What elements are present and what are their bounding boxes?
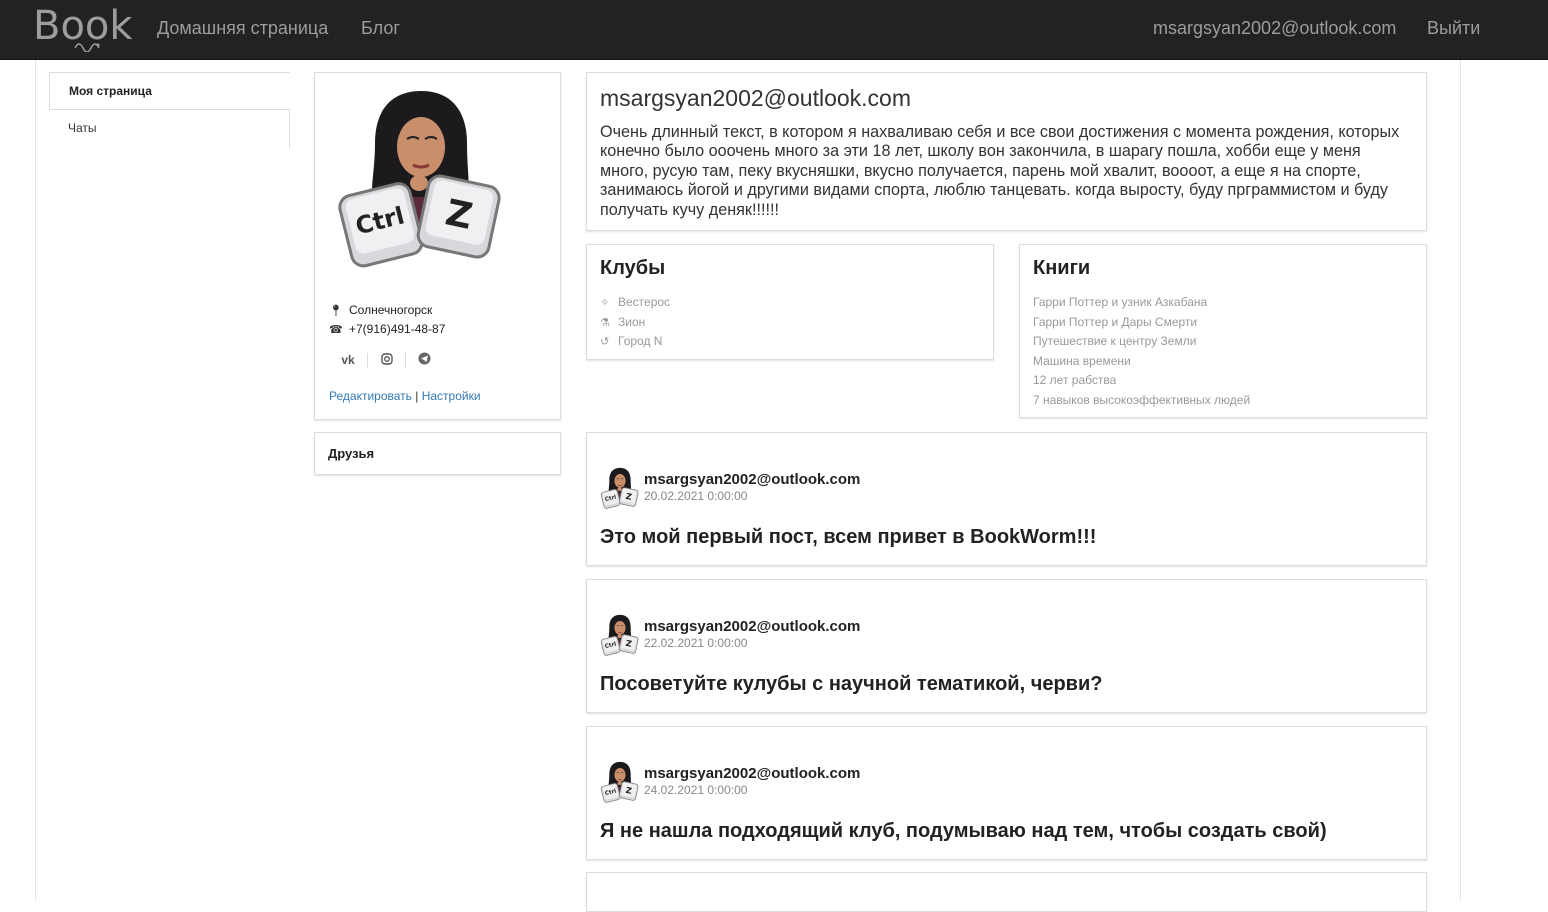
magic-wand-icon: ✧ xyxy=(600,297,610,309)
book-item[interactable]: Путешествие к центру Земли xyxy=(1033,332,1250,352)
nav-user-email-link[interactable]: msargsyan2002@outlook.com xyxy=(1153,18,1396,39)
post-text: Посоветуйте кулубы с научной тематикой, … xyxy=(600,673,1103,695)
post-author[interactable]: msargsyan2002@outlook.com xyxy=(644,471,860,488)
city-text: Солнечногорск xyxy=(349,303,433,317)
bookworm-logo-icon xyxy=(74,43,100,52)
phone-text: +7(916)491-48-87 xyxy=(349,322,446,336)
vk-icon[interactable]: vk xyxy=(329,353,367,367)
post-card: msargsyan2002@outlook.com 20.02.2021 0:0… xyxy=(586,432,1427,566)
phone-row: ☎ +7(916)491-48-87 xyxy=(329,322,445,336)
club-item[interactable]: ⚗ Зион xyxy=(600,313,670,333)
books-list: Гарри Поттер и узник Азкабана Гарри Потт… xyxy=(1033,293,1250,410)
post-card: msargsyan2002@outlook.com 22.02.2021 0:0… xyxy=(586,579,1427,713)
phone-icon: ☎ xyxy=(329,324,343,336)
post-text: Это мой первый пост, всем привет в BookW… xyxy=(600,526,1097,548)
post-card: msargsyan2002@outlook.com 24.02.2021 0:0… xyxy=(586,726,1427,860)
book-item[interactable]: 7 навыков высокоэффективных людей xyxy=(1033,391,1250,411)
settings-link[interactable]: Настройки xyxy=(422,389,481,403)
book-item[interactable]: 12 лет рабства xyxy=(1033,371,1250,391)
post-date: 24.02.2021 0:00:00 xyxy=(644,783,748,797)
menu-item-chats[interactable]: Чаты xyxy=(49,110,290,148)
about-title: msargsyan2002@outlook.com xyxy=(600,85,912,111)
post-author[interactable]: msargsyan2002@outlook.com xyxy=(644,765,860,782)
side-menu: Моя страница Чаты xyxy=(49,72,290,148)
map-marker-icon: 📍︎ xyxy=(329,305,343,317)
flask-icon: ⚗ xyxy=(600,316,610,329)
nav-blog-link[interactable]: Блог xyxy=(361,18,400,39)
book-item[interactable]: Машина времени xyxy=(1033,352,1250,372)
books-card: Книги Гарри Поттер и узник Азкабана Гарр… xyxy=(1019,244,1427,418)
logout-link[interactable]: Выйти xyxy=(1427,18,1480,39)
location-row: 📍︎ Солнечногорск xyxy=(329,303,432,317)
about-card: msargsyan2002@outlook.com Очень длинный … xyxy=(586,72,1427,231)
club-item[interactable]: ↺ Город N xyxy=(600,332,670,352)
post-author-avatar[interactable] xyxy=(600,467,640,511)
clubs-list: ✧ Вестерос ⚗ Зион ↺ Город N xyxy=(600,293,670,352)
profile-actions: Редактировать | Настройки xyxy=(329,389,481,403)
menu-item-my-page[interactable]: Моя страница xyxy=(49,72,290,110)
links-separator: | xyxy=(415,389,419,403)
books-title: Книги xyxy=(1033,257,1091,279)
nav-home-link[interactable]: Домашняя страница xyxy=(157,18,328,39)
post-author-avatar[interactable] xyxy=(600,761,640,805)
post-date: 20.02.2021 0:00:00 xyxy=(644,489,748,503)
clubs-card: Клубы ✧ Вестерос ⚗ Зион ↺ Город N xyxy=(586,244,994,360)
edit-profile-link[interactable]: Редактировать xyxy=(329,389,412,403)
profile-avatar xyxy=(337,87,505,277)
book-item[interactable]: Гарри Поттер и Дары Смерти xyxy=(1033,313,1250,333)
about-text: Очень длинный текст, в котором я нахвали… xyxy=(600,123,1400,219)
instagram-icon[interactable] xyxy=(367,352,405,368)
history-icon: ↺ xyxy=(600,336,610,348)
post-author-avatar[interactable] xyxy=(600,614,640,658)
telegram-icon[interactable] xyxy=(405,352,443,368)
post-text: Я не нашла подходящий клуб, подумываю на… xyxy=(600,820,1327,842)
post-date: 22.02.2021 0:00:00 xyxy=(644,636,748,650)
post-card-partial xyxy=(586,872,1427,912)
social-links: vk xyxy=(329,349,443,371)
post-author[interactable]: msargsyan2002@outlook.com xyxy=(644,618,860,635)
profile-card: 📍︎ Солнечногорск ☎ +7(916)491-48-87 vk Ред… xyxy=(314,72,561,420)
friends-card[interactable]: Друзья xyxy=(314,432,561,475)
friends-title: Друзья xyxy=(328,446,375,461)
top-navbar: Book Домашняя страница Блог msargsyan200… xyxy=(0,0,1548,60)
club-item[interactable]: ✧ Вестерос xyxy=(600,293,670,313)
clubs-title: Клубы xyxy=(600,257,666,279)
book-item[interactable]: Гарри Поттер и узник Азкабана xyxy=(1033,293,1250,313)
